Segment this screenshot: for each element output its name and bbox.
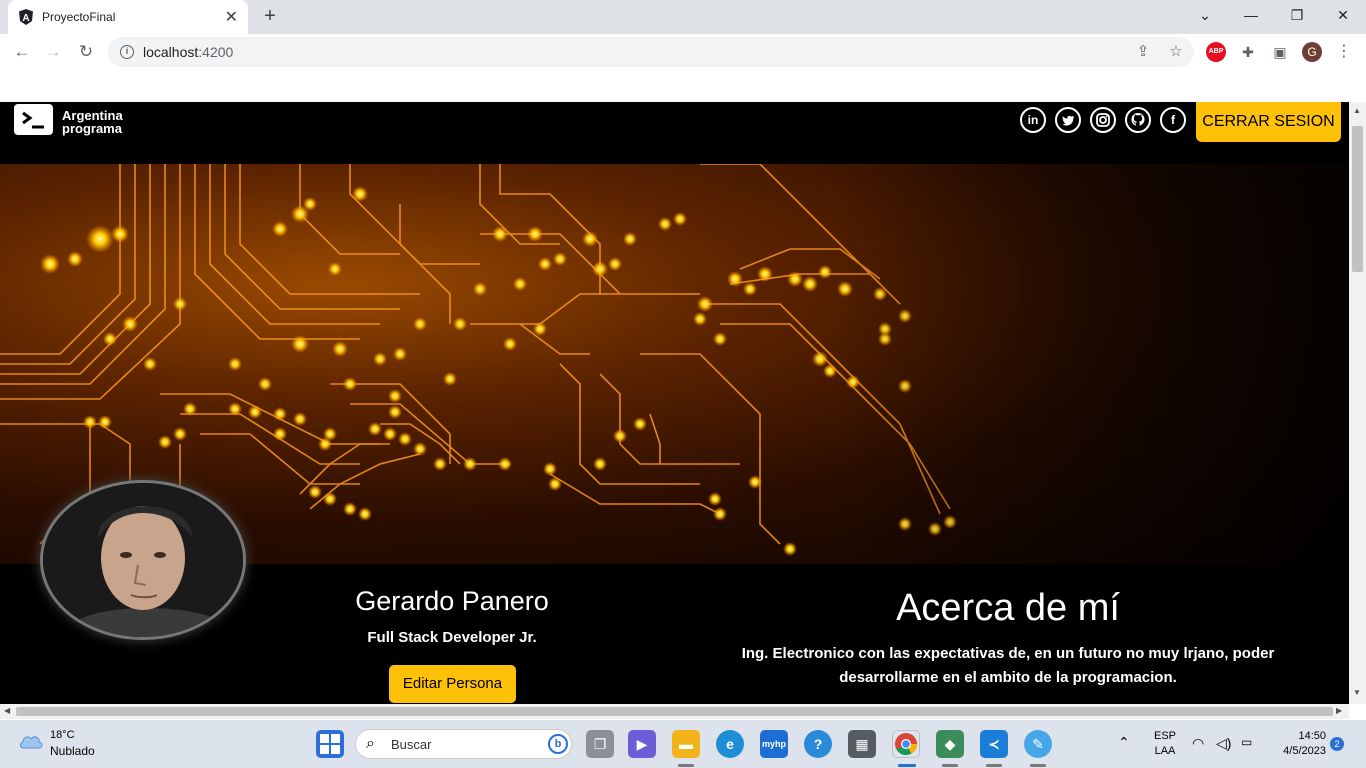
browser-tab-strip: A ProyectoFinal ✕ + ⌄ — ❐ ✕ — [0, 0, 1366, 34]
edit-person-button[interactable]: Editar Persona — [389, 665, 516, 703]
paint-icon[interactable]: ✎ — [1024, 730, 1052, 758]
scroll-down-icon[interactable]: ▼ — [1353, 688, 1361, 697]
github-icon[interactable] — [1125, 107, 1151, 133]
chrome-icon[interactable] — [892, 730, 920, 758]
running-indicator — [942, 764, 958, 767]
browser-toolbar: ← → ↻ i localhost:4200 ⇪ ☆ ABP ✚ ▣ G ⋮ — [0, 34, 1366, 70]
scroll-right-icon[interactable]: ▶ — [1336, 706, 1342, 715]
battery-icon[interactable]: ▭ — [1241, 735, 1252, 749]
new-tab-button[interactable]: + — [258, 4, 282, 28]
edge-icon[interactable]: e — [716, 730, 744, 758]
url-host: localhost — [143, 44, 199, 60]
linkedin-icon[interactable]: in — [1020, 107, 1046, 133]
tab-close-icon[interactable]: ✕ — [225, 7, 238, 27]
extensions-icon[interactable]: ✚ — [1238, 42, 1258, 62]
share-icon[interactable]: ⇪ — [1133, 42, 1153, 62]
vscode-icon[interactable]: ≺ — [980, 730, 1008, 758]
instagram-icon[interactable] — [1090, 107, 1116, 133]
active-indicator — [898, 764, 916, 767]
volume-icon[interactable]: ◁) — [1216, 735, 1231, 752]
angular-icon: A — [19, 9, 33, 25]
clock-date: 4/5/2023 — [1283, 745, 1326, 757]
windows-taskbar: 18°C Nublado ⌕ Buscar b ❐ ▶ ▬ e myhp ? ▦… — [0, 720, 1366, 768]
site-info-icon[interactable]: i — [120, 45, 134, 59]
logout-button[interactable]: CERRAR SESION — [1196, 102, 1341, 142]
bookmark-star-icon[interactable]: ☆ — [1166, 42, 1186, 62]
horizontal-scrollbar[interactable]: ◀ ▶ — [0, 704, 1349, 719]
notification-badge[interactable]: 2 — [1330, 737, 1344, 751]
vertical-scroll-thumb[interactable] — [1352, 126, 1363, 272]
profile-photo — [40, 480, 246, 640]
sourcetree-icon[interactable]: ◆ — [936, 730, 964, 758]
side-panel-icon[interactable]: ▣ — [1270, 42, 1290, 62]
facebook-icon[interactable]: f — [1160, 107, 1186, 133]
logo-line2: programa — [62, 121, 122, 136]
forward-icon[interactable]: → — [41, 40, 65, 64]
page-viewport: Argentina programa in f CERRAR SESION Ge… — [0, 102, 1349, 704]
search-placeholder: Buscar — [391, 737, 432, 752]
scroll-left-icon[interactable]: ◀ — [4, 706, 10, 715]
weather-condition[interactable]: Nublado — [50, 744, 95, 758]
windows-start-icon[interactable] — [316, 730, 344, 758]
url-port: :4200 — [198, 44, 234, 60]
minimize-button[interactable]: — — [1228, 0, 1274, 30]
browser-tab[interactable]: A ProyectoFinal ✕ — [8, 0, 248, 34]
twitter-icon[interactable] — [1055, 107, 1081, 133]
person-role: Full Stack Developer Jr. — [367, 629, 537, 646]
horizontal-scroll-thumb[interactable] — [16, 707, 1333, 716]
tab-search-icon[interactable]: ⌄ — [1182, 0, 1228, 30]
running-indicator — [678, 764, 694, 767]
running-indicator — [1030, 764, 1046, 767]
svg-text:A: A — [22, 13, 29, 24]
bing-icon[interactable]: b — [548, 734, 568, 754]
reload-icon[interactable]: ↻ — [74, 40, 98, 64]
maximize-button[interactable]: ❐ — [1274, 0, 1320, 30]
terminal-logo-icon — [14, 104, 53, 135]
adblock-icon[interactable]: ABP — [1206, 42, 1226, 62]
close-window-button[interactable]: ✕ — [1320, 0, 1366, 30]
running-indicator — [986, 764, 1002, 767]
help-icon[interactable]: ? — [804, 730, 832, 758]
wifi-icon[interactable]: ◠ — [1192, 735, 1204, 752]
weather-temp[interactable]: 18°C — [50, 729, 75, 741]
site-navbar: Argentina programa in f CERRAR SESION — [0, 102, 1349, 164]
store-icon[interactable]: ▦ — [848, 730, 876, 758]
language-indicator[interactable]: ESP LAA — [1150, 730, 1180, 757]
menu-kebab-icon[interactable]: ⋮ — [1334, 42, 1354, 62]
clock[interactable]: 14:50 4/5/2023 — [1268, 730, 1326, 757]
vertical-scrollbar[interactable]: ▲ ▼ — [1349, 102, 1366, 704]
tab-title: ProyectoFinal — [42, 10, 116, 24]
about-text: Ing. Electronico con las expectativas de… — [741, 645, 1275, 686]
myhp-icon[interactable]: myhp — [760, 730, 788, 758]
lang-line2: LAA — [1154, 745, 1176, 757]
task-view-icon[interactable]: ❐ — [586, 730, 614, 758]
cloud-icon[interactable] — [18, 732, 44, 750]
search-icon: ⌕ — [366, 735, 375, 752]
about-title: Acerca de mí — [896, 587, 1120, 629]
tray-chevron-icon[interactable]: ⌃ — [1118, 734, 1130, 751]
person-name: Gerardo Panero — [355, 586, 549, 616]
file-explorer-icon[interactable]: ▬ — [672, 730, 700, 758]
lang-line1: ESP — [1153, 730, 1176, 742]
site-logo-text: Argentina programa — [62, 109, 123, 135]
back-icon[interactable]: ← — [10, 40, 34, 64]
taskbar-search[interactable]: ⌕ Buscar b — [355, 729, 572, 759]
scroll-up-icon[interactable]: ▲ — [1353, 106, 1361, 115]
url-text: localhost:4200 — [143, 44, 233, 60]
address-bar[interactable]: i localhost:4200 ⇪ ☆ — [108, 37, 1194, 67]
clock-time: 14:50 — [1298, 730, 1326, 742]
chat-icon[interactable]: ▶ — [628, 730, 656, 758]
profile-avatar[interactable]: G — [1302, 42, 1322, 62]
